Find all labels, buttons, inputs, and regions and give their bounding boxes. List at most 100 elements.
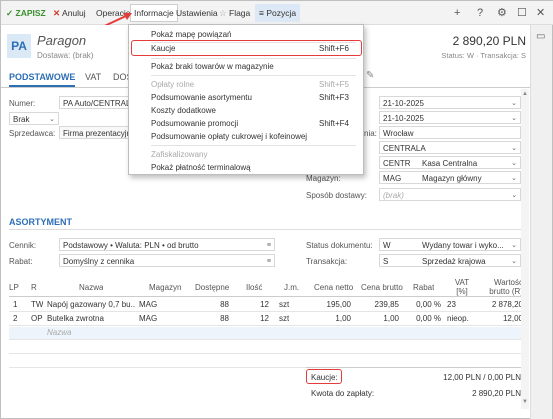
menu-item-agricultural-fees[interactable]: Opłaty rolne Shift+F5 [129,78,363,91]
branch-select[interactable]: CENTRALA ⌄ [379,141,521,154]
table-row[interactable]: 1 TW Napój gazowany 0,7 bu... MAG 88 12 … [9,299,523,312]
menu-separator [151,145,356,146]
menu-item-stock-shortages[interactable]: Pokaż braki towarów w magazynie [129,60,363,73]
chevron-down-icon: ⌄ [511,115,517,122]
menu-item-additional-costs[interactable]: Koszty dodatkowe [129,104,363,117]
column-header-name[interactable]: Nazwa [79,283,103,292]
chevron-down-icon: ⌄ [511,242,517,249]
cell-name: Napój gazowany 0,7 bu... [47,300,135,309]
toolbar: ✓ ZAPISZ ✕ Anuluj Operacje Informacje Us… [1,1,553,25]
vertical-scrollbar[interactable]: ▲ ▼ [521,89,529,409]
new-item-row[interactable]: Nazwa [9,327,523,340]
warehouse-select[interactable]: MAG Magazyn główny ⌄ [379,171,521,184]
mode-select[interactable]: Brak ⌄ [9,112,59,125]
sale-date-field[interactable]: 21-10-2025 ⌄ [379,111,521,124]
column-header-vat[interactable]: VAT [%] [449,278,475,296]
document-status-label: Status dokumentu: [306,241,373,250]
right-sidebar: ▭ [530,25,552,419]
place-field[interactable]: Wrocław [379,126,521,139]
transaction-select[interactable]: S Sprzedaż krajowa ⌄ [379,254,521,267]
info-dropdown-menu: Pokaż mapę powiązań Kaucje Shift+F6 Poka… [128,24,364,175]
scroll-down-icon[interactable]: ▼ [522,399,528,405]
maximize-icon[interactable]: ☐ [517,7,527,19]
comment-icon[interactable]: ▭ [536,31,545,42]
page-title: Paragon [37,33,87,48]
cell-net-price: 1,00 [335,314,351,323]
column-header-warehouse[interactable]: Magazyn [149,283,181,292]
seller-label: Sprzedawca: [9,129,56,138]
chevron-down-icon: ⌄ [511,258,517,265]
document-total: 2 890,20 PLN [452,34,526,48]
new-item-name-input[interactable]: Nazwa [47,328,71,337]
settings-menu[interactable]: Ustawienia [176,6,218,20]
tab-vat[interactable]: VAT [85,72,101,82]
menu-item-promotions-summary[interactable]: Podsumowanie promocji Shift+F4 [129,117,363,130]
cell-warehouse: MAG [139,314,158,323]
cell-name: Butelka zwrotna [47,314,104,323]
menu-item-terminal-payment[interactable]: Pokaż płatność terminalową [129,161,363,174]
column-header-r[interactable]: R [31,283,37,292]
cell-discount: 0,00 % [416,300,441,309]
add-view-icon[interactable]: + [454,7,460,19]
column-header-discount[interactable]: Rabat [413,283,434,292]
chevron-down-icon: ⌄ [511,145,517,152]
cell-lp: 1 [13,300,18,309]
cell-vat: 23 [447,300,456,309]
tab-podstawowe[interactable]: PODSTAWOWE [9,72,76,87]
discount-field[interactable]: Domyślny z cennika ≡ [59,254,275,267]
column-header-net-price[interactable]: Cena netto [314,283,353,292]
divider [9,229,523,230]
cell-available: 88 [220,314,229,323]
info-menu[interactable]: Informacje [130,4,178,22]
chevron-down-icon: ⌄ [511,192,517,199]
cell-unit: szt [279,314,290,323]
table-row[interactable]: 2 OP Butelka zwrotna MAG 88 12 szt 1,00 … [9,313,523,326]
gear-icon[interactable]: ⚙ [497,7,507,19]
issue-date-field[interactable]: 21-10-2025 ⌄ [379,96,521,109]
document-status-select[interactable]: W Wydany towar i wyko... ⌄ [379,238,521,251]
cash-register-select[interactable]: CENTR Kasa Centralna ⌄ [379,156,521,169]
column-header-gross-value[interactable]: Wartość brutto (R) [479,278,523,296]
deposit-value: 12,00 PLN / 0,00 PLN [443,373,521,382]
position-button[interactable]: ≡ Pozycja [255,4,301,22]
place-label: nia: [364,129,377,138]
document-type-badge: PA [7,34,31,58]
status-line: Status: W · Transakcja: S [441,51,526,60]
section-title-asortyment: ASORTYMENT [9,217,72,227]
scroll-up-icon[interactable]: ▲ [522,91,528,97]
cell-quantity: 12 [260,314,269,323]
column-header-unit[interactable]: J.m. [284,283,299,292]
cell-discount: 0,00 % [416,314,441,323]
cell-lp: 2 [13,314,18,323]
close-window-icon[interactable]: ✕ [536,7,545,19]
cell-warehouse: MAG [139,300,158,309]
save-button[interactable]: ✓ ZAPISZ [6,6,46,20]
flag-button[interactable]: ☆ Flaga [219,6,250,20]
delivery-method-select[interactable]: (brak) ⌄ [379,188,521,201]
column-header-available[interactable]: Dostępne [195,283,229,292]
number-label: Numer: [9,99,36,108]
price-list-field[interactable]: Podstawowy • Waluta: PLN • od brutto ≡ [59,238,275,251]
cell-gross-value: 2 878,20 [491,300,523,309]
menu-separator [151,58,356,59]
help-icon[interactable]: ? [477,7,483,19]
cancel-button[interactable]: ✕ Anuluj [53,6,86,20]
chevron-down-icon: ⌄ [511,160,517,167]
number-field[interactable]: PA Auto/CENTRALA/ [59,96,129,109]
menu-item-fiscalized[interactable]: Zafiskalizowany [129,148,363,161]
cell-gross-price: 239,85 [374,300,399,309]
empty-row [9,341,523,354]
column-header-quantity[interactable]: Ilość [246,283,262,292]
cell-net-price: 195,00 [326,300,351,309]
annotation-highlight [306,369,342,384]
column-header-gross-price[interactable]: Cena brutto [361,283,403,292]
annotation-highlight [131,40,362,56]
menu-item-assortment-summary[interactable]: Podsumowanie asortymentu Shift+F3 [129,91,363,104]
menu-item-sugar-fee-summary[interactable]: Podsumowanie opłaty cukrowej i kofeinowe… [129,130,363,143]
column-header-lp[interactable]: LP [9,283,19,292]
cell-available: 88 [220,300,229,309]
totals-divider [306,367,523,368]
seller-field[interactable]: Firma prezentacyjna [59,126,129,139]
attachment-icon[interactable]: ✎ [366,70,374,81]
price-list-label: Cennik: [9,241,37,250]
